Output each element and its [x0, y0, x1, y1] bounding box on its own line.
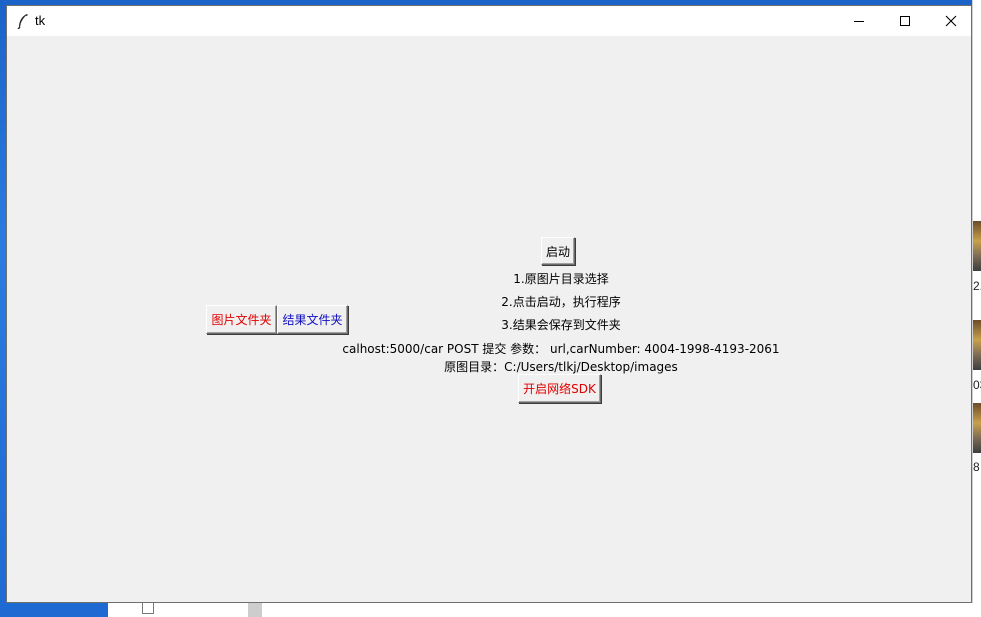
minimize-icon	[853, 12, 865, 31]
close-icon	[945, 12, 957, 31]
window-title: tk	[35, 13, 46, 28]
step2-label: 2.点击启动，执行程序	[501, 295, 621, 309]
tk-feather-icon	[16, 13, 30, 30]
api-info-label: calhost:5000/car POST 提交 参数： url,carNumb…	[342, 342, 780, 356]
result-folder-button[interactable]: 结果文件夹	[277, 305, 348, 334]
background-window-bottom	[108, 603, 981, 617]
image-folder-button[interactable]: 图片文件夹	[206, 305, 277, 334]
step3-label: 3.结果会保存到文件夹	[501, 318, 621, 332]
background-thumbnail	[973, 221, 981, 271]
background-scrollbar	[248, 603, 262, 617]
background-checkbox	[142, 603, 154, 614]
tk-window: tk 启动 1.原图片目录选择 2.点击启动，执行程序 3.结果会保存到文件夹 …	[6, 5, 972, 603]
background-thumbnail-label: 2.j	[973, 279, 981, 293]
background-thumbnail	[973, 320, 981, 370]
open-network-sdk-button[interactable]: 开启网络SDK	[518, 374, 601, 403]
source-directory-label: 原图目录：C:/Users/tlkj/Desktop/images	[444, 360, 678, 374]
step1-label: 1.原图片目录选择	[513, 272, 609, 286]
title-bar[interactable]: tk	[7, 6, 971, 36]
start-button[interactable]: 启动	[541, 237, 575, 265]
background-window-edge	[972, 0, 981, 617]
background-thumbnail-label: 03	[973, 378, 981, 392]
window-content: 启动 1.原图片目录选择 2.点击启动，执行程序 3.结果会保存到文件夹 图片文…	[7, 36, 971, 602]
maximize-icon	[899, 12, 911, 31]
close-button[interactable]	[928, 6, 974, 36]
maximize-button[interactable]	[882, 6, 928, 36]
background-thumbnail	[973, 403, 981, 453]
minimize-button[interactable]	[836, 6, 882, 36]
background-thumbnail-label: 8	[973, 460, 980, 474]
